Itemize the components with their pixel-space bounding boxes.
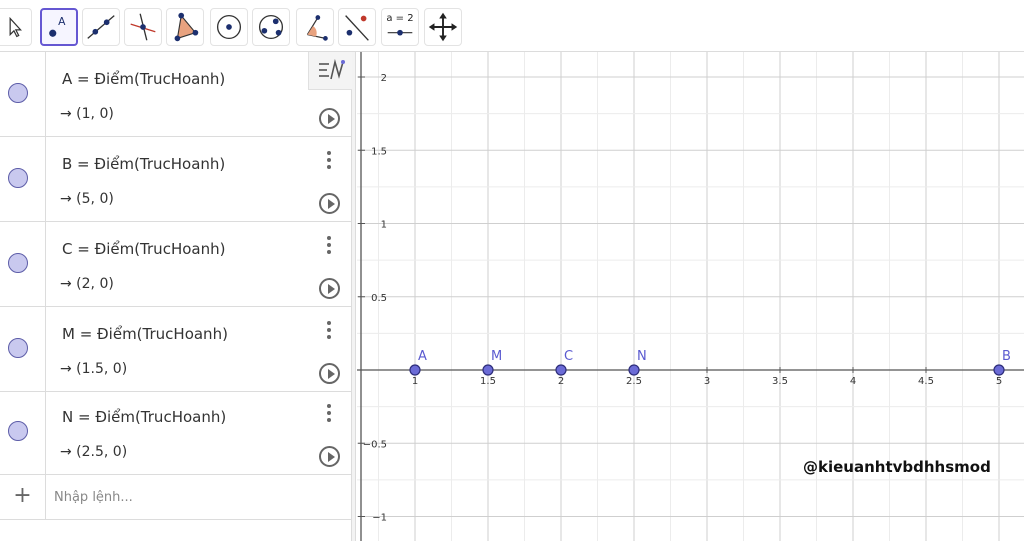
y-tick-label: 1.5 xyxy=(371,146,387,157)
y-tick-label: 0.5 xyxy=(371,293,387,304)
definition-c[interactable]: C = Điểm(TrucHoanh) xyxy=(62,240,225,258)
point-m[interactable] xyxy=(482,364,494,376)
x-tick-label: 3 xyxy=(704,376,710,387)
x-tick-label: 1.5 xyxy=(480,376,496,387)
row-marker-column xyxy=(0,390,46,474)
command-input[interactable] xyxy=(54,487,334,507)
add-icon[interactable]: + xyxy=(0,474,46,520)
angle-icon xyxy=(306,15,328,41)
point-b[interactable] xyxy=(993,364,1005,376)
row-marker-column xyxy=(0,137,46,221)
algebra-view: A = Điểm(TrucHoanh) → (1, 0) B = Điểm(Tr… xyxy=(0,52,352,541)
algebra-row-a[interactable]: A = Điểm(TrucHoanh) → (1, 0) xyxy=(0,52,352,137)
reflect-tool-button[interactable] xyxy=(338,8,376,46)
x-tick-label: 4.5 xyxy=(918,376,934,387)
y-tick-label: 2 xyxy=(381,73,387,84)
x-tick-label: 1 xyxy=(412,376,418,387)
x-tick-label: 2 xyxy=(558,376,564,387)
point-tool-button[interactable]: A xyxy=(40,8,78,46)
x-tick-label: 4 xyxy=(850,376,856,387)
point-label-b[interactable]: B xyxy=(1002,349,1011,364)
point-label-n[interactable]: N xyxy=(637,349,647,364)
point-label-c[interactable]: C xyxy=(564,349,573,364)
definition-n[interactable]: N = Điểm(TrucHoanh) xyxy=(62,408,226,426)
definition-m[interactable]: M = Điểm(TrucHoanh) xyxy=(62,325,228,343)
value-b: → (5, 0) xyxy=(60,191,114,207)
angle-tool-button[interactable] xyxy=(296,8,334,46)
line-tool-button[interactable] xyxy=(82,8,120,46)
slider-icon xyxy=(387,29,413,36)
more-options-icon[interactable] xyxy=(322,236,336,256)
row-marker-column xyxy=(0,52,46,136)
play-animation-button-c[interactable] xyxy=(319,278,340,299)
reflect-about-line-icon xyxy=(345,15,369,41)
circle-center-point-tool-button[interactable] xyxy=(210,8,248,46)
visibility-toggle-c[interactable] xyxy=(8,253,28,273)
value-m: → (1.5, 0) xyxy=(60,361,128,377)
circle-center-icon xyxy=(216,14,242,40)
panel-divider-handle[interactable] xyxy=(352,52,356,541)
polygon-icon xyxy=(174,12,199,42)
x-tick-label: 3.5 xyxy=(772,376,788,387)
polygon-tool-button[interactable] xyxy=(166,8,204,46)
value-a: → (1, 0) xyxy=(60,106,114,122)
definition-b[interactable]: B = Điểm(TrucHoanh) xyxy=(62,155,225,173)
point-tool-label: A xyxy=(58,15,66,28)
more-options-icon[interactable] xyxy=(322,321,336,341)
algebra-row-n[interactable]: N = Điểm(TrucHoanh) → (2.5, 0) xyxy=(0,390,352,475)
point-a[interactable] xyxy=(409,364,421,376)
algebra-style-icon xyxy=(319,58,345,80)
watermark-text: @kieuanhtvbdhhsmod xyxy=(803,458,991,476)
visibility-toggle-b[interactable] xyxy=(8,168,28,188)
x-tick-label: 5 xyxy=(996,376,1002,387)
circle-three-points-tool-button[interactable] xyxy=(252,8,290,46)
visibility-toggle-n[interactable] xyxy=(8,421,28,441)
more-options-icon[interactable] xyxy=(322,404,336,424)
value-c: → (2, 0) xyxy=(60,276,114,292)
move-arrows-icon xyxy=(428,12,458,42)
visibility-toggle-a[interactable] xyxy=(8,83,28,103)
play-animation-button-n[interactable] xyxy=(319,446,340,467)
visibility-toggle-m[interactable] xyxy=(8,338,28,358)
algebra-row-b[interactable]: B = Điểm(TrucHoanh) → (5, 0) xyxy=(0,137,352,222)
cursor-arrow-icon xyxy=(9,16,22,38)
point-icon: A xyxy=(49,15,66,37)
play-animation-button-a[interactable] xyxy=(319,108,340,129)
circle-three-points-icon xyxy=(258,14,284,40)
point-label-m[interactable]: M xyxy=(491,349,502,364)
style-bar-toggle-button[interactable] xyxy=(308,52,352,90)
move-graphics-view-tool-button[interactable] xyxy=(424,8,462,46)
toolbar: A a = 2 xyxy=(0,0,1024,52)
algebra-row-m[interactable]: M = Điểm(TrucHoanh) → (1.5, 0) xyxy=(0,307,352,392)
slider-tool-button[interactable]: a = 2 xyxy=(381,8,419,46)
row-marker-column xyxy=(0,307,46,391)
definition-a[interactable]: A = Điểm(TrucHoanh) xyxy=(62,70,225,88)
x-tick-label: 2.5 xyxy=(626,376,642,387)
algebra-row-c[interactable]: C = Điểm(TrucHoanh) → (2, 0) xyxy=(0,222,352,307)
move-tool-button[interactable] xyxy=(0,8,32,46)
y-tick-label: 1 xyxy=(381,220,387,231)
y-tick-label: −1 xyxy=(372,513,387,524)
point-c[interactable] xyxy=(555,364,567,376)
row-marker-column xyxy=(0,222,46,306)
line-through-points-icon xyxy=(87,15,115,39)
algebra-input-row[interactable]: + xyxy=(0,474,352,520)
play-animation-button-m[interactable] xyxy=(319,363,340,384)
more-options-icon[interactable] xyxy=(322,151,336,171)
value-n: → (2.5, 0) xyxy=(60,444,128,460)
point-n[interactable] xyxy=(628,364,640,376)
perpendicular-line-tool-button[interactable] xyxy=(124,8,162,46)
play-animation-button-b[interactable] xyxy=(319,193,340,214)
y-tick-label: −0.5 xyxy=(363,439,387,450)
perpendicular-line-icon xyxy=(130,13,156,41)
point-label-a[interactable]: A xyxy=(418,349,427,364)
